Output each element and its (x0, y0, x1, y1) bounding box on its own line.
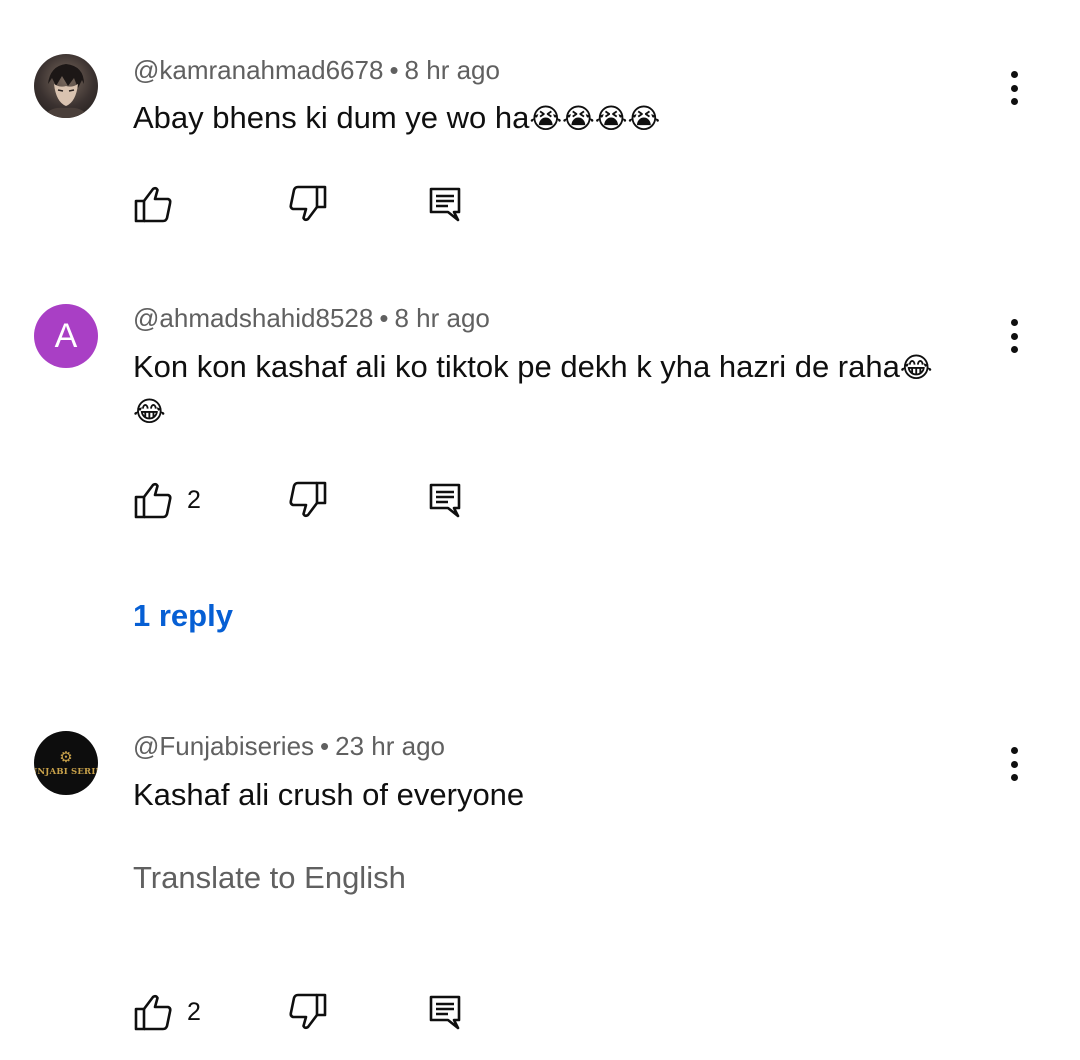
loudly-crying-emoji: 😭😭😭😭 (529, 103, 661, 134)
like-icon (133, 184, 173, 224)
dislike-button[interactable] (288, 992, 328, 1032)
like-icon (133, 480, 173, 520)
reply-button[interactable] (425, 184, 465, 224)
like-button[interactable] (133, 184, 173, 224)
avatar[interactable]: ⚙ FUNJABI SERIES (34, 731, 98, 795)
comment-meta: @Funjabiseries • 23 hr ago (133, 731, 446, 761)
dislike-button[interactable] (288, 184, 328, 224)
comment-meta: @ahmadshahid8528 • 8 hr ago (133, 303, 490, 333)
author-handle[interactable]: @Funjabiseries (133, 731, 314, 761)
like-count: 2 (187, 997, 201, 1026)
reply-button[interactable] (425, 480, 465, 520)
translate-button[interactable]: Translate to English (133, 860, 406, 896)
author-handle[interactable]: @ahmadshahid8528 (133, 303, 373, 333)
reply-button[interactable] (425, 992, 465, 1032)
like-icon (133, 992, 173, 1032)
like-button[interactable]: 2 (133, 992, 201, 1032)
comment-text: Kon kon kashaf ali ko tiktok pe dekh k y… (133, 349, 933, 427)
more-vert-icon[interactable] (1000, 68, 1028, 108)
view-replies-button[interactable]: 1 reply (133, 598, 233, 634)
like-button[interactable]: 2 (133, 480, 201, 520)
reply-icon (425, 184, 465, 224)
dislike-icon (288, 480, 328, 520)
comment-actions: 2 (133, 992, 533, 1032)
comment-time[interactable]: 23 hr ago (335, 731, 445, 761)
reply-icon (425, 480, 465, 520)
tears-of-joy-emoji: 😂 (899, 352, 933, 383)
dislike-icon (288, 992, 328, 1032)
dislike-button[interactable] (288, 480, 328, 520)
comment-actions: 2 (133, 480, 533, 520)
anime-portrait-icon (44, 64, 88, 118)
film-reel-icon: ⚙ (59, 748, 73, 766)
more-vert-icon[interactable] (1000, 744, 1028, 784)
comment-text: Abay bhens ki dum ye wo ha😭😭😭😭 (133, 100, 661, 135)
reply-icon (425, 992, 465, 1032)
comment-text: Kashaf ali crush of everyone (133, 777, 525, 812)
tears-of-joy-emoji: 😂 (133, 396, 166, 427)
comment-meta: @kamranahmad6678 • 8 hr ago (133, 55, 500, 85)
comment-time[interactable]: 8 hr ago (405, 55, 500, 85)
comment-actions (133, 184, 533, 224)
author-handle[interactable]: @kamranahmad6678 (133, 55, 383, 85)
channel-logo-text: FUNJABI SERIES (34, 766, 98, 777)
dislike-icon (288, 184, 328, 224)
comment-time[interactable]: 8 hr ago (394, 303, 489, 333)
like-count: 2 (187, 485, 201, 514)
avatar[interactable] (34, 54, 98, 118)
avatar[interactable]: A (34, 304, 98, 368)
more-vert-icon[interactable] (1000, 316, 1028, 356)
